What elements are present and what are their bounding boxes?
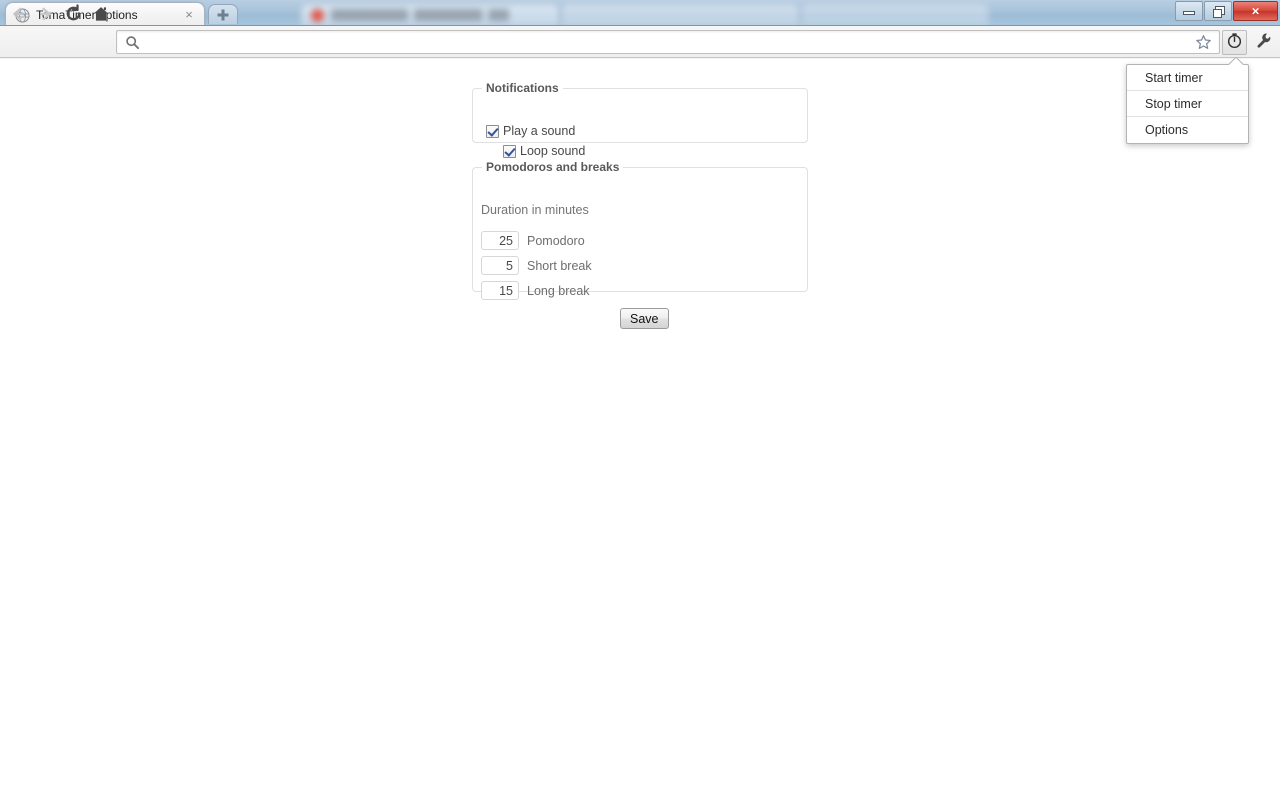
wrench-icon (1255, 32, 1272, 54)
tab-inactive-1[interactable] (300, 3, 560, 26)
tab-title-obscured (331, 9, 533, 21)
chrome-menu-button[interactable] (1251, 30, 1275, 55)
loop-sound-label: Loop sound (520, 144, 586, 158)
address-input[interactable] (147, 31, 1189, 53)
plus-icon (217, 9, 229, 20)
close-window-button[interactable]: × (1233, 1, 1278, 21)
play-a-sound-checkbox-row[interactable]: Play a sound (486, 124, 575, 138)
reload-icon (64, 4, 83, 28)
pomodoro-duration-input[interactable] (481, 231, 519, 250)
tomatimer-extension-button[interactable] (1222, 30, 1247, 55)
play-a-sound-label: Play a sound (503, 124, 576, 138)
close-icon: × (1251, 3, 1260, 19)
menu-item-options[interactable]: Options (1127, 117, 1248, 143)
pomodoros-legend: Pomodoros and breaks (486, 160, 620, 174)
short-break-duration-label: Short break (527, 258, 592, 273)
red-circle-icon (311, 9, 324, 22)
back-button[interactable] (5, 3, 31, 29)
search-icon (125, 35, 140, 55)
checkbox-icon[interactable] (503, 144, 516, 158)
short-break-duration-input[interactable] (481, 256, 519, 275)
notifications-legend: Notifications (486, 81, 559, 95)
forward-button[interactable] (33, 3, 59, 29)
forward-arrow-icon (37, 5, 55, 28)
checkbox-icon[interactable] (486, 124, 499, 138)
window-title-bar: TomaTimer options × × (0, 0, 1280, 26)
minimize-icon (1183, 10, 1195, 15)
close-icon[interactable]: × (182, 8, 196, 22)
loop-sound-checkbox-row[interactable]: Loop sound (503, 144, 585, 158)
new-tab-button[interactable] (208, 4, 238, 24)
long-break-duration-label: Long break (527, 283, 590, 298)
minimize-button[interactable] (1175, 1, 1203, 21)
popup-arrow-icon (1228, 57, 1244, 65)
extension-popup-menu: Start timer Stop timer Options (1126, 64, 1249, 144)
maximize-button[interactable] (1204, 1, 1232, 21)
pomodoro-duration-row: Pomodoro (481, 231, 585, 250)
pomodoros-and-breaks-fieldset: Pomodoros and breaks Duration in minutes… (472, 160, 808, 300)
home-button[interactable] (88, 3, 114, 29)
options-page: Notifications Play a sound Loop sound Po… (0, 59, 1280, 800)
save-button[interactable]: Save (620, 308, 669, 329)
short-break-duration-row: Short break (481, 256, 592, 275)
menu-item-stop-timer[interactable]: Stop timer (1127, 91, 1248, 117)
timer-icon (1226, 32, 1243, 54)
reload-button[interactable] (60, 3, 86, 29)
long-break-duration-row: Long break (481, 281, 590, 300)
long-break-duration-input[interactable] (481, 281, 519, 300)
pomodoro-duration-label: Pomodoro (527, 233, 585, 248)
window-controls: × (1174, 1, 1278, 22)
menu-item-start-timer[interactable]: Start timer (1127, 65, 1248, 91)
tab-inactive-2[interactable] (560, 3, 800, 26)
duration-in-minutes-label: Duration in minutes (481, 203, 589, 217)
notifications-fieldset: Notifications Play a sound Loop sound (472, 81, 808, 158)
restore-icon (1213, 6, 1225, 18)
tab-inactive-3[interactable] (800, 3, 990, 26)
address-bar[interactable] (116, 30, 1220, 54)
back-arrow-icon (9, 5, 27, 28)
tab-strip: TomaTimer options × (0, 0, 1280, 26)
star-icon[interactable] (1195, 34, 1212, 56)
browser-window: TomaTimer options × × Start timer Stop t… (0, 0, 1280, 800)
home-icon (92, 5, 110, 28)
